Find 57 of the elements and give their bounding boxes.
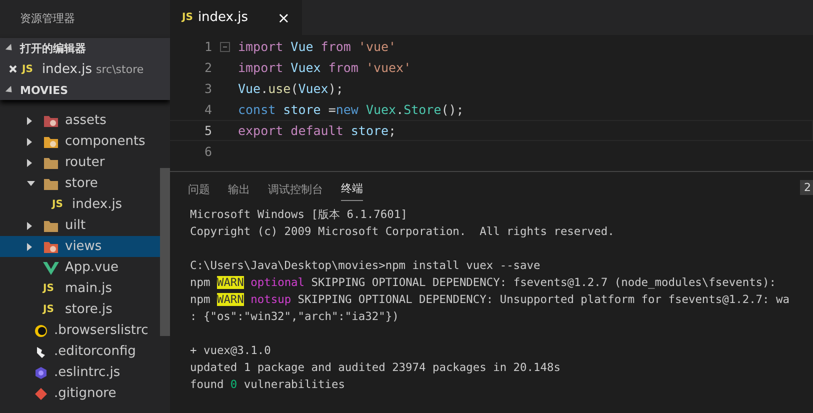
line-number: 6 xyxy=(203,144,212,159)
tree-item[interactable]: store xyxy=(0,173,160,194)
tree-item[interactable]: views xyxy=(0,236,160,257)
terminal-line: Microsoft Windows [版本 6.1.7601] xyxy=(190,208,408,221)
tree-item[interactable]: assets xyxy=(0,110,160,131)
open-editor-item[interactable]: JS index.js src\store xyxy=(0,58,170,80)
folder-icon xyxy=(43,240,59,254)
tree-item[interactable]: JS index.js xyxy=(0,194,160,215)
code-line: import Vue from 'vue' xyxy=(238,39,396,54)
scrollbar[interactable] xyxy=(160,168,170,336)
tree-item[interactable]: uilt xyxy=(0,215,160,236)
circle-icon xyxy=(34,324,48,338)
terminal-dropdown[interactable]: 2 xyxy=(800,180,813,195)
tree-item[interactable]: router xyxy=(0,152,160,173)
code-line: export default store; xyxy=(238,123,396,138)
terminal-line: npm WARN notsup SKIPPING OPTIONAL DEPENDENCY: Unsupported platform for fsevents@1.2.7: wa xyxy=(190,293,790,306)
diamond-icon xyxy=(34,386,48,400)
terminal-line: found 0 vulnerabilities xyxy=(190,378,345,391)
folder-icon xyxy=(43,156,59,170)
terminal-line: Copyright (c) 2009 Microsoft Corporation. All rights reserved. xyxy=(190,225,614,238)
tree-item[interactable]: .gitignore xyxy=(0,383,160,404)
folder-icon xyxy=(43,218,59,232)
code-line: import Vuex from 'vuex' xyxy=(238,60,412,75)
panel-tab[interactable]: 调试控制台 xyxy=(268,178,323,200)
line-number: 3 xyxy=(203,81,212,96)
explorer-title: 资源管理器 xyxy=(19,11,76,27)
close-icon[interactable] xyxy=(8,64,18,74)
tree-item[interactable]: .eslintrc.js xyxy=(0,362,160,383)
tree-item[interactable]: JS main.js xyxy=(0,278,160,299)
line-number: 2 xyxy=(203,60,212,75)
line-number: 4 xyxy=(203,102,212,117)
panel-tab[interactable]: 输出 xyxy=(228,178,250,200)
folder-icon xyxy=(43,134,59,148)
tree-item[interactable]: App.vue xyxy=(0,257,160,278)
code-line: const store =new Vuex.Store(); xyxy=(238,102,464,117)
tree-item[interactable]: components xyxy=(0,131,160,152)
panel-tab[interactable]: 问题 xyxy=(188,178,210,200)
vue-icon xyxy=(43,260,59,274)
fold-icon[interactable] xyxy=(220,42,230,52)
line-number: 5 xyxy=(203,123,212,138)
terminal-line: : {"os":"win32","arch":"ia32"}) xyxy=(190,310,399,323)
tree-item[interactable]: JS store.js xyxy=(0,299,160,320)
tree-item[interactable]: .browserslistrc xyxy=(0,320,160,341)
terminal-line: C:\Users\Java\Desktop\movies>npm install vuex --save xyxy=(190,259,540,272)
terminal-line: + vuex@3.1.0 xyxy=(190,344,271,357)
folder-icon xyxy=(43,176,59,190)
panel-tab[interactable]: 终端 xyxy=(341,177,363,201)
folder-icon xyxy=(43,114,59,128)
line-number: 1 xyxy=(203,39,212,54)
terminal-line: npm WARN optional SKIPPING OPTIONAL DEPENDENCY: fsevents@1.2.7 (node_modules\fsevents): xyxy=(190,276,776,289)
terminal-line: updated 1 package and audited 23974 packages in 20.148s xyxy=(190,361,560,374)
tree-item[interactable]: .editorconfig xyxy=(0,341,160,362)
section-header[interactable]: 打开的编辑器 xyxy=(0,38,170,58)
editor-tab[interactable]: JS index.js × xyxy=(170,0,302,35)
section-header[interactable]: MOVIES xyxy=(0,80,170,100)
hexagon-icon xyxy=(34,366,48,380)
code-line: Vue.use(Vuex); xyxy=(238,81,344,96)
